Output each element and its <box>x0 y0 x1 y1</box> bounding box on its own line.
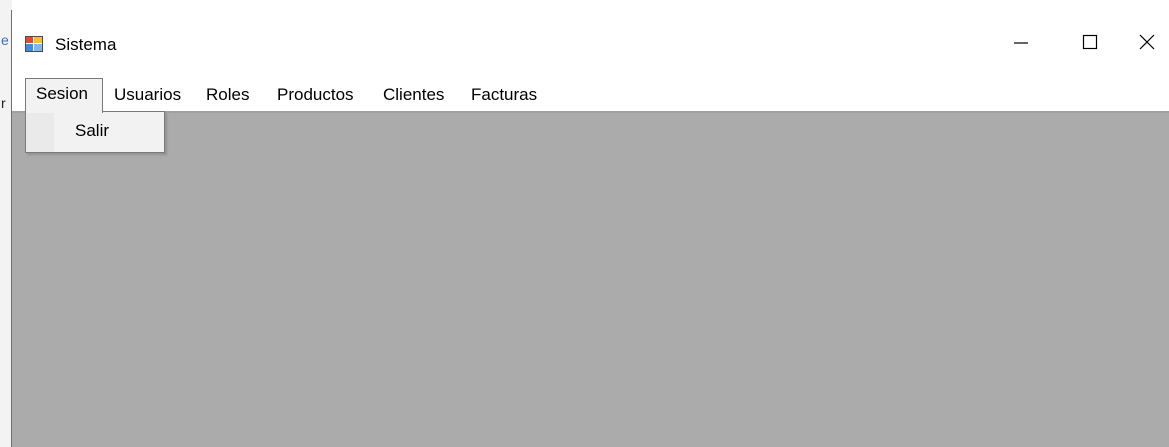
dropdown-item-salir[interactable]: Salir <box>75 120 109 142</box>
sesion-dropdown-menu: Salir <box>25 111 165 153</box>
background-window-glyph: r <box>1 95 6 111</box>
menu-item-facturas[interactable]: Facturas <box>463 82 545 112</box>
close-icon <box>1139 34 1155 50</box>
app-icon <box>25 36 43 52</box>
menu-item-clientes[interactable]: Clientes <box>375 82 452 112</box>
menu-bar: Sesion Usuarios Roles Productos Clientes… <box>12 72 1169 113</box>
maximize-icon <box>1082 34 1098 50</box>
window-title: Sistema <box>55 35 117 54</box>
maximize-button[interactable] <box>1067 22 1113 62</box>
screen: e r Sistema Sesion Usuarios Roles Produc… <box>0 0 1169 447</box>
menu-item-productos[interactable]: Productos <box>269 82 362 112</box>
dropdown-icon-gutter <box>26 112 54 152</box>
app-window: Sistema Sesion Usuarios Roles Productos … <box>11 10 1169 447</box>
menu-item-sesion[interactable]: Sesion <box>25 78 103 113</box>
mdi-client-area <box>12 113 1169 447</box>
minimize-button[interactable] <box>998 22 1044 62</box>
background-window-glyph: e <box>1 32 9 48</box>
close-button[interactable] <box>1124 22 1169 62</box>
menu-item-roles[interactable]: Roles <box>198 82 257 112</box>
minimize-icon <box>1014 42 1028 44</box>
title-bar[interactable]: Sistema <box>12 10 1169 72</box>
menu-item-usuarios[interactable]: Usuarios <box>106 82 189 112</box>
